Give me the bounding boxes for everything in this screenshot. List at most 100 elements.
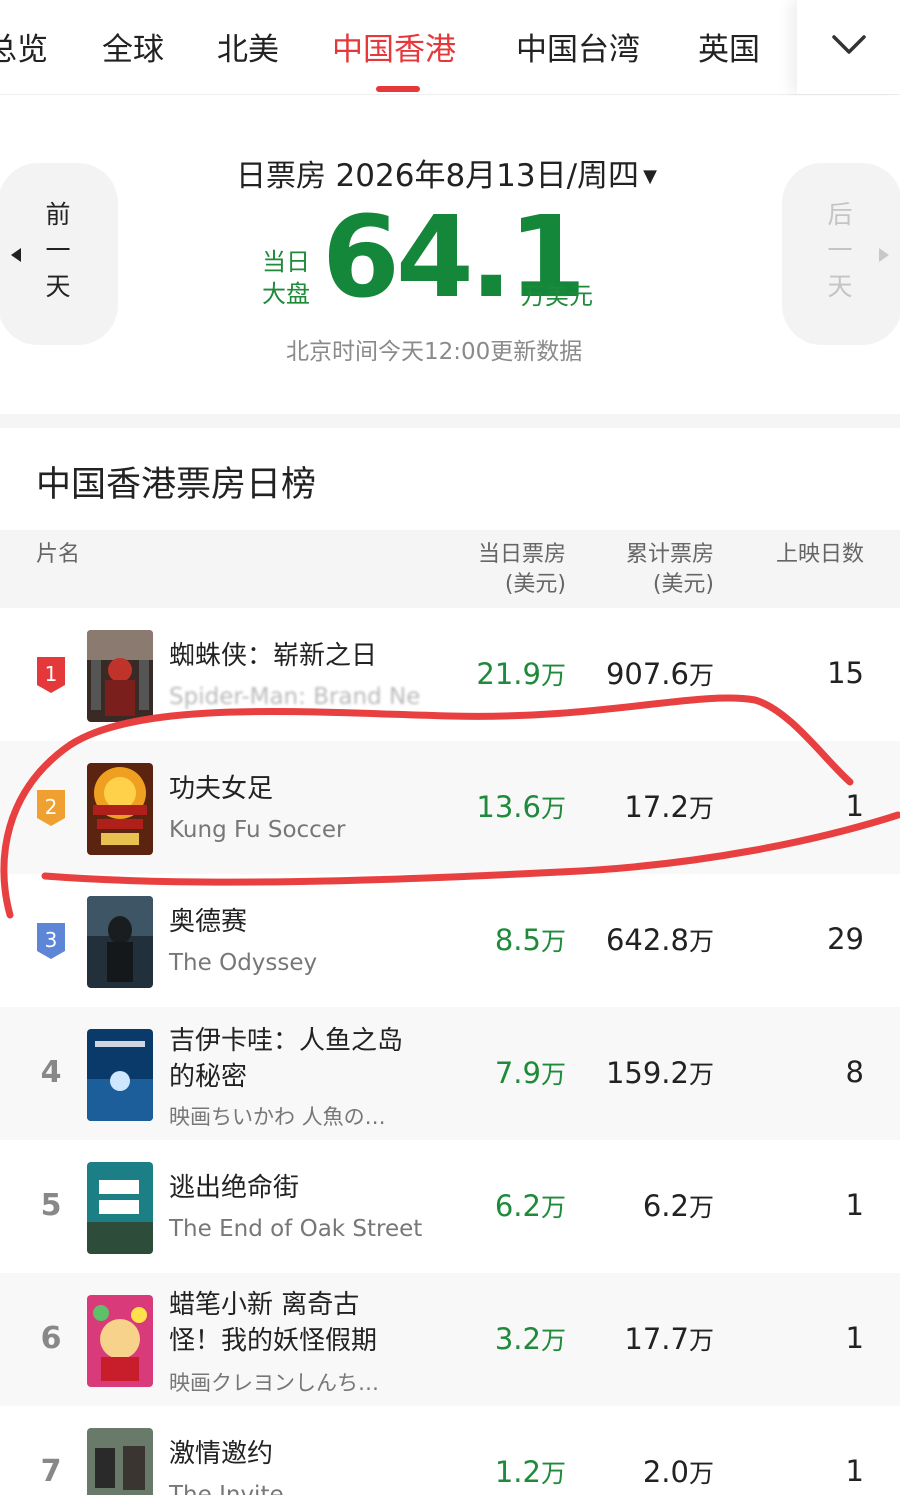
rank-number: 1 bbox=[45, 662, 58, 686]
header-total-box-label: 累计票房 bbox=[625, 542, 714, 567]
movie-poster bbox=[87, 1162, 153, 1254]
tab-north-america[interactable]: 北美 bbox=[217, 24, 279, 69]
total-box-office-unit: 万美元 bbox=[521, 282, 593, 310]
header-total-box-unit: (美元) bbox=[652, 572, 714, 597]
days-released: 8 bbox=[845, 1055, 864, 1089]
total-box-office: 642.8万 bbox=[605, 923, 714, 957]
next-day-char: 一 bbox=[827, 236, 853, 265]
ranking-title: 中国香港票房日榜 bbox=[36, 465, 317, 505]
rank-number: 4 bbox=[40, 1055, 62, 1090]
table-row[interactable]: 2 功夫女足 Kung Fu Soccer 13.6万 17.2万 1 bbox=[0, 741, 900, 874]
next-day-char: 天 bbox=[827, 272, 853, 301]
total-box-office: 6.2万 bbox=[642, 1189, 714, 1223]
rank-number: 6 bbox=[40, 1321, 62, 1356]
active-tab-indicator bbox=[376, 86, 420, 92]
movie-title: 吉伊卡哇：人鱼之岛的秘密 bbox=[169, 1026, 404, 1092]
movie-title: 激情邀约 bbox=[169, 1439, 274, 1469]
total-box-office: 17.7万 bbox=[624, 1322, 714, 1356]
caret-left-icon bbox=[11, 248, 21, 262]
update-note: 北京时间今天12:00更新数据 bbox=[286, 339, 583, 365]
total-box-office: 2.0万 bbox=[642, 1455, 714, 1489]
movie-poster bbox=[87, 1295, 153, 1387]
movie-title: 奥德赛 bbox=[169, 907, 248, 937]
rank-number: 2 bbox=[45, 795, 58, 819]
next-day-char: 后 bbox=[827, 200, 853, 229]
table-row[interactable]: 6 蜡笔小新 离奇古怪！我的妖怪假期 映画クレヨンしんち… 3.2万 17.7万… bbox=[0, 1273, 900, 1406]
movie-subtitle: The Odyssey bbox=[169, 950, 318, 976]
expand-tabs-button[interactable] bbox=[797, 0, 900, 94]
days-released: 1 bbox=[845, 1454, 864, 1488]
day-box-office: 21.9万 bbox=[476, 657, 566, 691]
days-released: 15 bbox=[827, 656, 864, 690]
total-box-office: 159.2万 bbox=[605, 1056, 714, 1090]
day-box-office: 7.9万 bbox=[494, 1056, 566, 1090]
movie-poster bbox=[87, 630, 153, 722]
table-row[interactable]: 3 奥德赛 The Odyssey 8.5万 642.8万 29 bbox=[0, 874, 900, 1007]
rank-badge-gold-icon: 1 bbox=[37, 657, 65, 693]
day-box-office: 6.2万 bbox=[494, 1189, 566, 1223]
total-box-office: 17.2万 bbox=[624, 790, 714, 824]
movie-title: 蜡笔小新 离奇古怪！我的妖怪假期 bbox=[169, 1290, 378, 1356]
header-day-box-unit: (美元) bbox=[504, 572, 566, 597]
rank-number: 3 bbox=[45, 928, 58, 952]
day-box-office: 13.6万 bbox=[476, 790, 566, 824]
daily-summary: 前 一 天 日票房 2026年8月13日/周四 ▼ 当日 大盘 64.1 万美元 … bbox=[0, 96, 900, 414]
section-divider bbox=[0, 414, 900, 428]
movie-title: 功夫女足 bbox=[169, 774, 274, 804]
day-box-office: 1.2万 bbox=[494, 1455, 566, 1489]
total-label-line-2: 大盘 bbox=[262, 280, 310, 308]
header-total-box[interactable]: 累计票房 (美元) bbox=[626, 540, 714, 600]
date-label: 日票房 bbox=[236, 159, 326, 194]
rank-badge-bronze-icon: 3 bbox=[37, 923, 65, 959]
tab-hong-kong[interactable]: 中国香港 bbox=[332, 24, 456, 69]
header-day-box-label: 当日票房 bbox=[477, 542, 566, 567]
prev-day-char: 天 bbox=[45, 272, 71, 301]
movie-poster bbox=[87, 896, 153, 988]
days-released: 1 bbox=[845, 1188, 864, 1222]
days-released: 29 bbox=[827, 922, 864, 956]
movie-poster bbox=[87, 1029, 153, 1121]
tab-global[interactable]: 全球 bbox=[102, 24, 164, 69]
rank-number: 7 bbox=[40, 1454, 62, 1489]
total-label-line-1: 当日 bbox=[262, 248, 310, 276]
tab-overview[interactable]: 总览 bbox=[0, 24, 48, 69]
days-released: 1 bbox=[845, 789, 864, 823]
header-day-box[interactable]: 当日票房 (美元) bbox=[478, 540, 566, 600]
movie-poster bbox=[87, 763, 153, 855]
previous-day-button[interactable]: 前 一 天 bbox=[0, 163, 118, 345]
total-box-office: 907.6万 bbox=[605, 657, 714, 691]
movie-title: 蜘蛛侠：崭新之日 bbox=[169, 641, 378, 671]
tab-uk[interactable]: 英国 bbox=[698, 24, 760, 69]
header-name: 片名 bbox=[36, 542, 81, 567]
table-row[interactable]: 4 吉伊卡哇：人鱼之岛的秘密 映画ちいかわ 人魚の… 7.9万 159.2万 8 bbox=[0, 1007, 900, 1140]
header-days[interactable]: 上映日数 bbox=[776, 540, 864, 570]
movie-subtitle: 映画クレヨンしんち… bbox=[169, 1371, 379, 1395]
table-row[interactable]: 5 逃出绝命街 The End of Oak Street 6.2万 6.2万 … bbox=[0, 1140, 900, 1273]
movie-subtitle: Spider-Man: Brand New Day bbox=[169, 684, 419, 710]
movie-poster bbox=[87, 1428, 153, 1495]
movie-subtitle: The End of Oak Street bbox=[169, 1216, 423, 1242]
dropdown-caret-icon: ▼ bbox=[643, 166, 657, 187]
chevron-down-icon bbox=[832, 35, 866, 54]
total-label: 当日 大盘 bbox=[262, 246, 322, 310]
table-row[interactable]: 1 蜘蛛侠：崭新之日 Spider-Man: Brand New Day 21.… bbox=[0, 608, 900, 741]
rank-number: 5 bbox=[40, 1188, 62, 1223]
days-released: 1 bbox=[845, 1321, 864, 1355]
table-row[interactable]: 7 激情邀约 The Invite 1.2万 2.0万 1 bbox=[0, 1406, 900, 1495]
caret-right-icon bbox=[879, 248, 889, 262]
prev-day-char: 前 bbox=[45, 200, 71, 229]
table-header: 片名 当日票房 (美元) 累计票房 (美元) 上映日数 bbox=[0, 530, 900, 608]
next-day-button[interactable]: 后 一 天 bbox=[782, 163, 900, 345]
day-box-office: 8.5万 bbox=[494, 923, 566, 957]
date-value: 2026年8月13日/周四 bbox=[335, 158, 640, 194]
rank-badge-silver-icon: 2 bbox=[37, 790, 65, 826]
day-box-office: 3.2万 bbox=[494, 1322, 566, 1356]
prev-day-char: 一 bbox=[45, 236, 71, 265]
movie-subtitle: The Invite bbox=[169, 1482, 284, 1495]
tab-taiwan[interactable]: 中国台湾 bbox=[516, 24, 640, 69]
date-selector[interactable]: 日票房 2026年8月13日/周四 ▼ bbox=[236, 150, 657, 195]
movie-subtitle: Kung Fu Soccer bbox=[169, 817, 346, 843]
region-tab-bar: 总览 全球 北美 中国香港 中国台湾 英国 bbox=[0, 0, 900, 95]
movie-title: 逃出绝命街 bbox=[169, 1173, 300, 1203]
movie-subtitle: 映画ちいかわ 人魚の… bbox=[169, 1105, 386, 1129]
